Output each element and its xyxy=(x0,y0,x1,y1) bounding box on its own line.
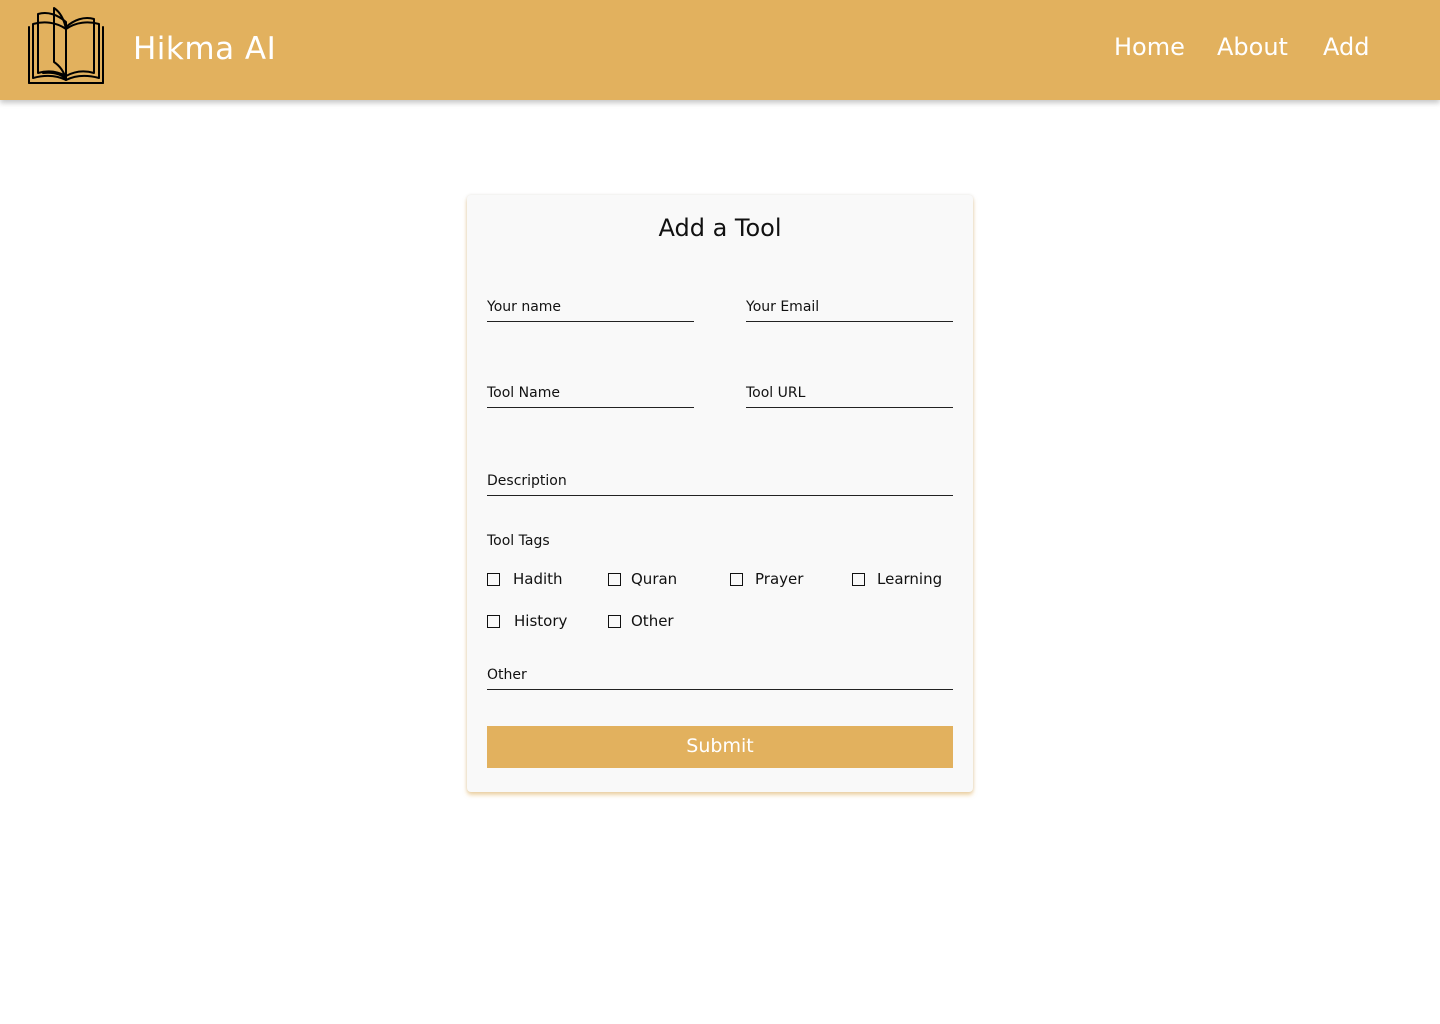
your-email-field[interactable]: Your Email xyxy=(746,295,953,322)
checkbox-box[interactable] xyxy=(608,573,621,586)
tag-quran-label: Quran xyxy=(631,570,678,588)
tag-hadith-label: Hadith xyxy=(513,570,563,588)
tag-learning-label: Learning xyxy=(877,570,943,588)
tool-name-label: Tool Name xyxy=(487,385,560,401)
nav-home-link[interactable]: Home xyxy=(1114,30,1185,64)
brand-name[interactable]: Hikma AI xyxy=(133,28,276,70)
tag-other-checkbox[interactable]: Other xyxy=(608,611,698,631)
tag-prayer-checkbox[interactable]: Prayer xyxy=(730,569,820,589)
tag-history-label: History xyxy=(514,612,568,630)
your-name-label: Your name xyxy=(487,299,562,315)
open-book-icon[interactable] xyxy=(26,5,106,87)
other-tag-label: Other xyxy=(487,667,527,683)
checkbox-box[interactable] xyxy=(608,615,621,628)
description-label: Description xyxy=(487,473,567,489)
other-tag-field[interactable]: Other xyxy=(487,663,953,690)
tag-other-label: Other xyxy=(631,612,674,630)
tag-learning-checkbox[interactable]: Learning xyxy=(852,569,950,589)
tool-url-label: Tool URL xyxy=(746,385,806,401)
tool-name-field[interactable]: Tool Name xyxy=(487,381,694,408)
your-email-label: Your Email xyxy=(746,299,820,315)
tag-quran-checkbox[interactable]: Quran xyxy=(608,569,698,589)
checkbox-box[interactable] xyxy=(487,615,500,628)
checkbox-box[interactable] xyxy=(730,573,743,586)
tool-url-field[interactable]: Tool URL xyxy=(746,381,953,408)
checkbox-box[interactable] xyxy=(487,573,500,586)
tag-history-checkbox[interactable]: History xyxy=(487,611,577,631)
nav-about-link[interactable]: About xyxy=(1217,30,1288,64)
form-title: Add a Tool xyxy=(658,214,782,242)
checkbox-box[interactable] xyxy=(852,573,865,586)
tag-hadith-checkbox[interactable]: Hadith xyxy=(487,569,577,589)
tag-prayer-label: Prayer xyxy=(755,570,804,588)
tool-tags-label: Tool Tags xyxy=(487,533,550,549)
nav-add-link[interactable]: Add xyxy=(1323,30,1369,64)
submit-button[interactable]: Submit xyxy=(487,726,953,768)
description-field[interactable]: Description xyxy=(487,469,953,496)
your-name-field[interactable]: Your name xyxy=(487,295,694,322)
top-navbar: Hikma AI Home About Add xyxy=(0,0,1440,100)
